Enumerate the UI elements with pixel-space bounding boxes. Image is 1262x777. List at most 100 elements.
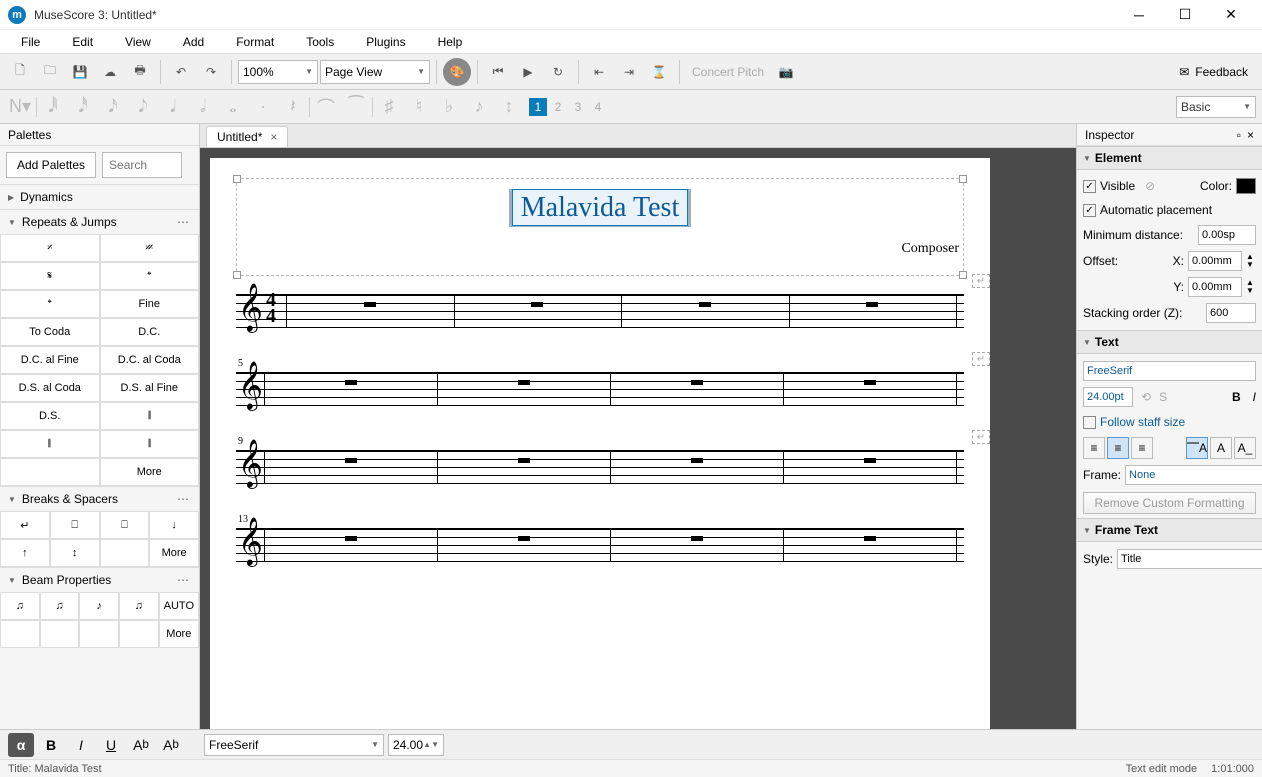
flat-icon[interactable]: ♭ — [435, 93, 463, 121]
half-note-icon[interactable]: 𝅗𝅥 — [189, 93, 217, 121]
min-distance-input[interactable] — [1198, 225, 1256, 245]
palette-cell[interactable]: ↕ — [50, 539, 100, 567]
panel-undock-icon[interactable]: ▫ — [1237, 128, 1241, 142]
palette-cell[interactable]: 𝄂 — [100, 430, 200, 458]
mixer-icon[interactable]: 🎨 — [443, 58, 471, 86]
loop-icon[interactable]: ↻ — [544, 58, 572, 86]
close-button[interactable]: ✕ — [1208, 0, 1254, 30]
palette-cell[interactable]: D.S. al Fine — [100, 374, 200, 402]
dot-icon[interactable]: · — [249, 93, 277, 121]
menu-help[interactable]: Help — [422, 32, 479, 52]
palette-cell[interactable]: 𝄏 — [100, 234, 200, 262]
italic-button[interactable]: I — [1253, 390, 1256, 404]
title-frame[interactable]: Malavida Test Composer — [236, 178, 964, 276]
minimize-button[interactable]: ─ — [1116, 0, 1162, 30]
menu-plugins[interactable]: Plugins — [350, 32, 421, 52]
rest-icon[interactable]: 𝄽 — [279, 93, 307, 121]
menu-add[interactable]: Add — [167, 32, 220, 52]
workspace-select[interactable]: Basic▼ — [1176, 96, 1256, 118]
view-mode-select[interactable]: Page View▼ — [320, 60, 430, 84]
palette-cell[interactable]: AUTO — [159, 592, 199, 620]
palette-cell[interactable]: ↑ — [0, 539, 50, 567]
rewind-icon[interactable]: ⏮ — [484, 58, 512, 86]
palette-cell[interactable]: 𝄌 — [100, 262, 200, 290]
style-select[interactable] — [1117, 549, 1262, 569]
concert-pitch-button[interactable]: Concert Pitch — [686, 65, 770, 79]
8th-note-icon[interactable]: 𝅘𝅥𝅮 — [129, 93, 157, 121]
palette-cell[interactable]: To Coda — [0, 318, 100, 346]
save-icon[interactable]: 💾 — [66, 58, 94, 86]
valign-mid-button[interactable]: A — [1210, 437, 1232, 459]
cloud-icon[interactable]: ☁ — [96, 58, 124, 86]
bold-format-button[interactable]: B — [38, 733, 64, 757]
inspector-element-header[interactable]: ▼Element — [1077, 146, 1262, 170]
zoom-select[interactable]: 100%▼ — [238, 60, 318, 84]
palette-breaks[interactable]: ▼Breaks & Spacers⋯ — [0, 487, 199, 511]
score-title[interactable]: Malavida Test — [512, 189, 688, 226]
tab-close-icon[interactable]: × — [270, 130, 277, 144]
palette-cell[interactable]: D.C. — [100, 318, 200, 346]
whole-note-icon[interactable]: 𝅝 — [219, 93, 247, 121]
system-break-icon[interactable]: ↵ — [972, 274, 990, 288]
style-s-icon[interactable]: S — [1159, 390, 1167, 404]
align-left-button[interactable]: ≡ — [1083, 437, 1105, 459]
palette-cell[interactable]: ↵ — [0, 511, 50, 539]
palette-cell[interactable]: D.C. al Coda — [100, 346, 200, 374]
menu-file[interactable]: File — [5, 32, 56, 52]
palette-repeats[interactable]: ▼Repeats & Jumps⋯ — [0, 210, 199, 234]
palette-cell[interactable]: Fine — [100, 290, 200, 318]
superscript-button[interactable]: Ab — [158, 733, 184, 757]
camera-icon[interactable]: 📷 — [772, 58, 800, 86]
reset-size-icon[interactable]: ⟲ — [1141, 390, 1151, 404]
remove-formatting-button[interactable]: Remove Custom Formatting — [1083, 492, 1256, 514]
staff-system[interactable]: 5𝄞↵ — [236, 372, 964, 404]
follow-staff-checkbox[interactable] — [1083, 416, 1096, 429]
flip-icon[interactable]: ↕ — [495, 93, 523, 121]
palette-cell[interactable]: ♫ — [119, 592, 159, 620]
score-composer[interactable]: Composer — [237, 241, 963, 257]
format-font-select[interactable]: FreeSerif▼ — [204, 734, 384, 756]
menu-edit[interactable]: Edit — [56, 32, 109, 52]
palette-cell[interactable]: ⎕ — [50, 511, 100, 539]
voice-4-button[interactable]: 4 — [589, 98, 607, 116]
32nd-note-icon[interactable]: 𝅘𝅥𝅰 — [69, 93, 97, 121]
inspector-text-header[interactable]: ▼Text — [1077, 330, 1262, 354]
font-size-input[interactable] — [1083, 387, 1133, 407]
sharp-icon[interactable]: ♯ — [375, 93, 403, 121]
staff-system[interactable]: 9𝄞↵ — [236, 450, 964, 482]
loop-in-icon[interactable]: ⇤ — [585, 58, 613, 86]
panel-close-icon[interactable]: × — [1247, 128, 1254, 142]
palette-cell[interactable]: 𝄃 — [0, 430, 100, 458]
palette-cell[interactable]: D.S. al Coda — [0, 374, 100, 402]
offset-y-input[interactable] — [1188, 277, 1242, 297]
play-icon[interactable]: ▶ — [514, 58, 542, 86]
alpha-button[interactable]: α — [8, 733, 34, 757]
16th-note-icon[interactable]: 𝅘𝅥𝅯 — [99, 93, 127, 121]
palette-more-button[interactable]: More — [159, 620, 199, 648]
system-break-icon[interactable]: ↵ — [972, 352, 990, 366]
palette-cell[interactable]: ♫ — [0, 592, 40, 620]
print-icon[interactable]: 🖶 — [126, 58, 154, 86]
voice-3-button[interactable]: 3 — [569, 98, 587, 116]
palette-cell[interactable]: D.C. al Fine — [0, 346, 100, 374]
voice-2-button[interactable]: 2 — [549, 98, 567, 116]
frame-select[interactable] — [1125, 465, 1262, 485]
64th-note-icon[interactable]: 𝅘𝅥𝅱 — [39, 93, 67, 121]
voice-1-button[interactable]: 1 — [529, 98, 547, 116]
loop-out-icon[interactable]: ⇥ — [615, 58, 643, 86]
palette-cell[interactable]: ↓ — [149, 511, 199, 539]
palette-cell[interactable]: ⎕ — [100, 511, 150, 539]
palette-cell[interactable]: 𝄋 — [0, 262, 100, 290]
palette-more-button[interactable]: More — [100, 458, 200, 486]
staff-system[interactable]: 13𝄞 — [236, 528, 964, 560]
menu-tools[interactable]: Tools — [290, 32, 350, 52]
align-right-button[interactable]: ≡ — [1131, 437, 1153, 459]
metronome-icon[interactable]: ⌛ — [645, 58, 673, 86]
new-file-icon[interactable]: 🗋 — [6, 58, 34, 86]
auto-placement-checkbox[interactable]: ✓ — [1083, 204, 1096, 217]
menu-format[interactable]: Format — [220, 32, 290, 52]
palette-cell[interactable]: ♫ — [40, 592, 80, 620]
staff-system[interactable]: 𝄞44↵ — [236, 294, 964, 326]
note-input-mode-icon[interactable]: N▾ — [6, 93, 34, 121]
palette-cell[interactable]: 𝄌 — [0, 290, 100, 318]
